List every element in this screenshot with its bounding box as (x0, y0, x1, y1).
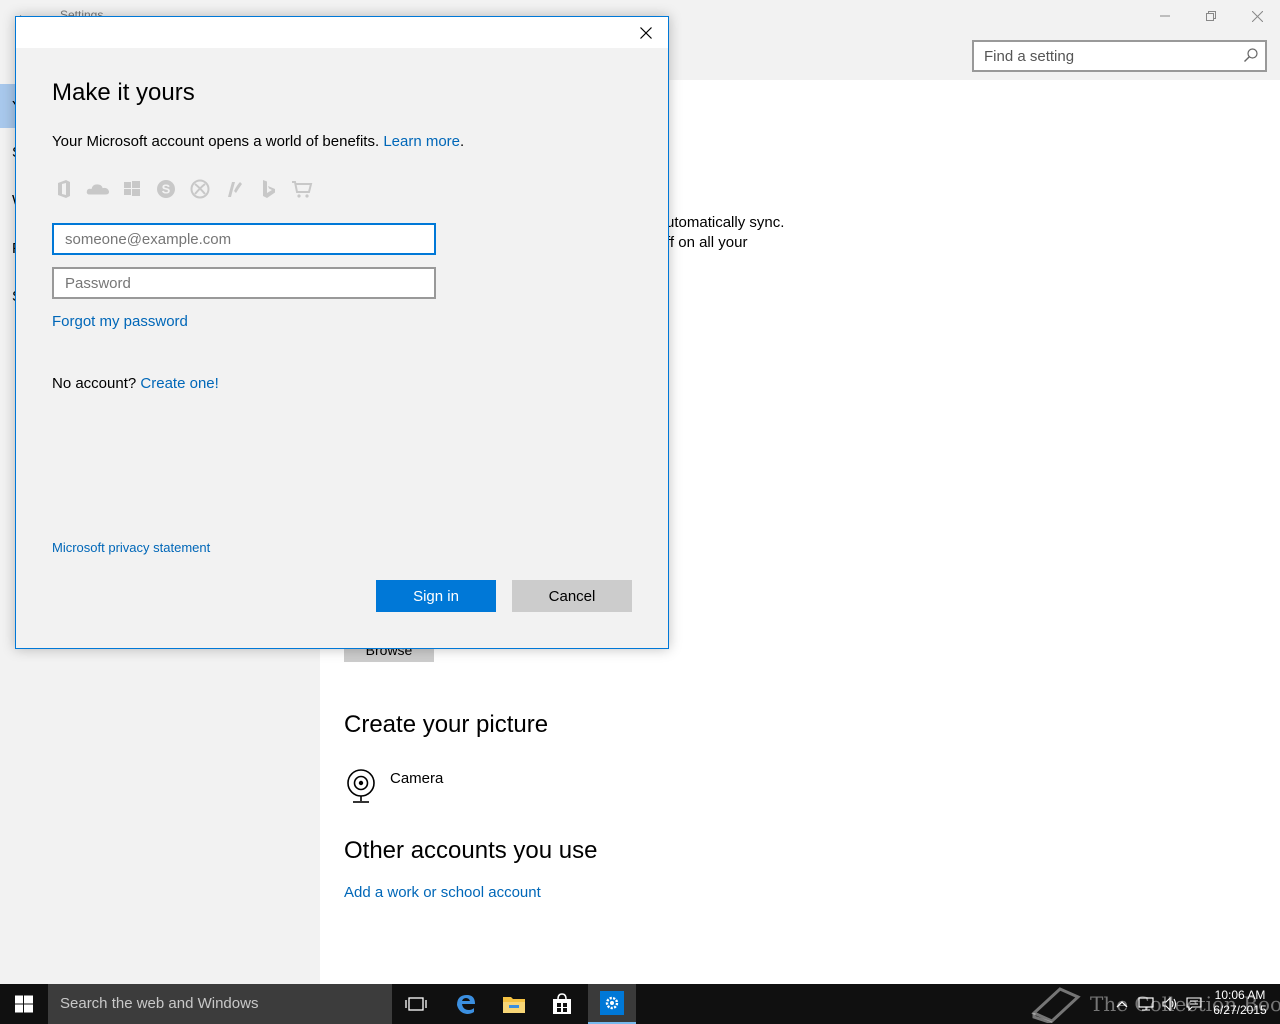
find-setting-search[interactable] (972, 40, 1267, 72)
task-view-icon (405, 997, 427, 1011)
create-account-link[interactable]: Create one! (140, 375, 218, 392)
close-icon (640, 26, 652, 39)
microsoft-services-icons: S (52, 177, 324, 201)
search-icon[interactable] (1243, 47, 1259, 63)
sync-description-line2: ff on all your (666, 234, 748, 251)
email-input[interactable] (54, 225, 434, 253)
close-icon (1251, 10, 1263, 22)
find-setting-input[interactable] (984, 46, 1234, 66)
windows-icon (120, 177, 144, 201)
volume-icon (1162, 997, 1177, 1011)
forgot-password-link[interactable]: Forgot my password (52, 313, 188, 330)
settings-taskbar-button[interactable] (588, 984, 636, 1024)
bing-icon (256, 177, 280, 201)
edge-browser-button[interactable] (442, 984, 490, 1024)
dialog-titlebar (16, 17, 668, 48)
task-view-button[interactable] (392, 984, 440, 1024)
clock-date: 6/27/2015 (1213, 1003, 1267, 1017)
xbox-icon (188, 177, 212, 201)
privacy-statement-link[interactable]: Microsoft privacy statement (52, 540, 210, 555)
skype-icon: S (154, 177, 178, 201)
dialog-close-button[interactable] (630, 17, 662, 48)
taskbar: Search the web and Windows The Collectio… (0, 984, 1280, 1024)
restore-icon (1206, 11, 1216, 21)
book-watermark-icon (1031, 987, 1081, 1023)
taskbar-clock[interactable]: 10:06 AM 6/27/2015 (1212, 988, 1268, 1018)
office-icon (52, 177, 76, 201)
camera-icon (347, 769, 375, 803)
svg-text:S: S (162, 182, 171, 197)
chevron-up-icon (1116, 1001, 1128, 1008)
close-window-button[interactable] (1234, 0, 1280, 32)
create-picture-heading: Create your picture (344, 711, 549, 738)
store-button[interactable] (538, 984, 586, 1024)
edge-icon (457, 995, 475, 1014)
dialog-description: Your Microsoft account opens a world of … (52, 133, 464, 150)
cancel-button[interactable]: Cancel (512, 580, 632, 612)
camera-label: Camera (390, 770, 444, 787)
store-bag-icon (553, 993, 571, 1014)
microsoft-account-dialog: Make it yours Your Microsoft account ope… (15, 16, 669, 649)
volume-button[interactable] (1158, 984, 1182, 1024)
password-field[interactable] (52, 267, 436, 299)
network-button[interactable] (1134, 984, 1158, 1024)
network-icon (1138, 997, 1154, 1011)
file-explorer-button[interactable] (490, 984, 538, 1024)
action-center-button[interactable] (1182, 984, 1206, 1024)
onedrive-icon (86, 177, 110, 201)
windows-logo-icon (15, 995, 33, 1013)
add-work-account-link[interactable]: Add a work or school account (344, 884, 541, 901)
taskbar-search-box[interactable]: Search the web and Windows (48, 984, 392, 1024)
sync-description-line1: utomatically sync. (666, 214, 785, 231)
dialog-description-text: Your Microsoft account opens a world of … (52, 133, 380, 150)
taskbar-search-placeholder: Search the web and Windows (60, 995, 259, 1012)
msn-icon (222, 177, 246, 201)
email-field[interactable] (52, 223, 436, 255)
sign-in-button[interactable]: Sign in (376, 580, 496, 612)
dialog-description-period: . (460, 133, 465, 150)
clock-time: 10:06 AM (1214, 988, 1266, 1002)
minimize-icon (1160, 15, 1170, 17)
action-center-icon (1186, 997, 1202, 1011)
password-input[interactable] (54, 269, 434, 297)
restore-button[interactable] (1188, 0, 1234, 32)
other-accounts-heading: Other accounts you use (344, 837, 598, 864)
no-account-text: No account? (52, 375, 137, 392)
store-icon (290, 177, 314, 201)
no-account-line: No account? Create one! (52, 375, 219, 392)
gear-icon (600, 991, 624, 1015)
start-button[interactable] (0, 984, 48, 1024)
show-hidden-icons-button[interactable] (1110, 984, 1134, 1024)
minimize-button[interactable] (1142, 0, 1188, 32)
folder-icon (503, 997, 525, 1013)
system-tray (1110, 984, 1206, 1024)
dialog-title: Make it yours (52, 79, 195, 106)
learn-more-link[interactable]: Learn more (383, 133, 460, 150)
